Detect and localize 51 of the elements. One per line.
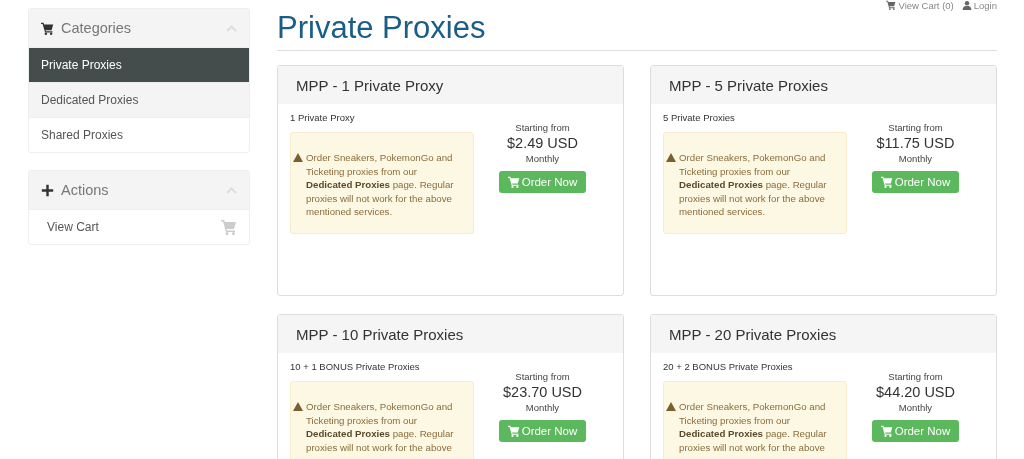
product-title: MPP - 5 Private Proxies bbox=[669, 76, 828, 94]
top-link[interactable]: Login bbox=[961, 0, 997, 11]
billing-cycle: Monthly bbox=[898, 153, 933, 164]
billing-cycle: Monthly bbox=[898, 402, 933, 413]
price-caption: Starting from bbox=[515, 371, 570, 382]
price: $11.75 USD bbox=[876, 135, 955, 151]
order-button[interactable]: Order Now bbox=[498, 171, 587, 193]
product-title: MPP - 10 Private Proxies bbox=[296, 325, 464, 343]
cart-icon bbox=[886, 0, 897, 10]
price-caption: Starting from bbox=[515, 122, 570, 133]
warning-icon bbox=[293, 402, 303, 411]
top-link[interactable]: View Cart (0) bbox=[886, 0, 954, 11]
panel-title: Categories bbox=[61, 20, 133, 36]
cart-icon bbox=[507, 425, 520, 437]
billing-cycle: Monthly bbox=[525, 153, 560, 164]
product-description: 5 Private Proxies bbox=[663, 112, 736, 123]
price-caption: Starting from bbox=[888, 371, 943, 382]
sidebar-item[interactable]: Private Proxies bbox=[29, 47, 249, 82]
cart-icon bbox=[41, 21, 54, 35]
user-icon bbox=[961, 0, 972, 10]
price: $44.20 USD bbox=[876, 384, 955, 400]
warning-icon bbox=[666, 402, 676, 411]
product-title: MPP - 20 Private Proxies bbox=[669, 325, 837, 343]
sidebar-item[interactable]: Dedicated Proxies bbox=[29, 82, 249, 117]
warning-icon bbox=[293, 153, 303, 162]
cart-icon bbox=[221, 219, 237, 235]
product-description: 1 Private Proxy bbox=[290, 112, 356, 123]
price: $23.70 USD bbox=[503, 384, 582, 400]
page-title: Private Proxies bbox=[277, 10, 487, 47]
product-title: MPP - 1 Private Proxy bbox=[296, 76, 444, 94]
order-button[interactable]: Order Now bbox=[871, 420, 960, 442]
warning-text: Order Sneakers, PokemonGo and Ticketing proxies from our Dedicated Proxies page. Regular proxies will not work for the above bbox=[679, 400, 828, 455]
price: $2.49 USD bbox=[507, 135, 578, 151]
product-description: 10 + 1 BONUS Private Proxies bbox=[290, 361, 421, 372]
price-caption: Starting from bbox=[888, 122, 943, 133]
sidebar-item[interactable]: View Cart bbox=[29, 209, 249, 244]
product-description: 20 + 2 BONUS Private Proxies bbox=[663, 361, 794, 372]
warning-text: Order Sneakers, PokemonGo and Ticketing proxies from our Dedicated Proxies page. Regular proxies will not work for the above bbox=[306, 400, 455, 455]
warning-text: Order Sneakers, PokemonGo and Ticketing proxies from our Dedicated Proxies page. Regular proxies will not work for the above mentioned services. bbox=[679, 151, 828, 219]
plus-icon bbox=[41, 183, 54, 197]
sidebar-item[interactable]: Shared Proxies bbox=[29, 117, 249, 152]
order-button[interactable]: Order Now bbox=[498, 420, 587, 442]
warning-icon bbox=[666, 153, 676, 162]
panel-title: Actions bbox=[61, 182, 110, 198]
cart-icon bbox=[507, 176, 520, 188]
item-label: View Cart bbox=[46, 220, 100, 234]
order-button[interactable]: Order Now bbox=[871, 171, 960, 193]
cart-icon bbox=[880, 176, 893, 188]
cart-icon bbox=[880, 425, 893, 437]
warning-text: Order Sneakers, PokemonGo and Ticketing proxies from our Dedicated Proxies page. Regular proxies will not work for the above mentioned services. bbox=[306, 151, 455, 219]
billing-cycle: Monthly bbox=[525, 402, 560, 413]
